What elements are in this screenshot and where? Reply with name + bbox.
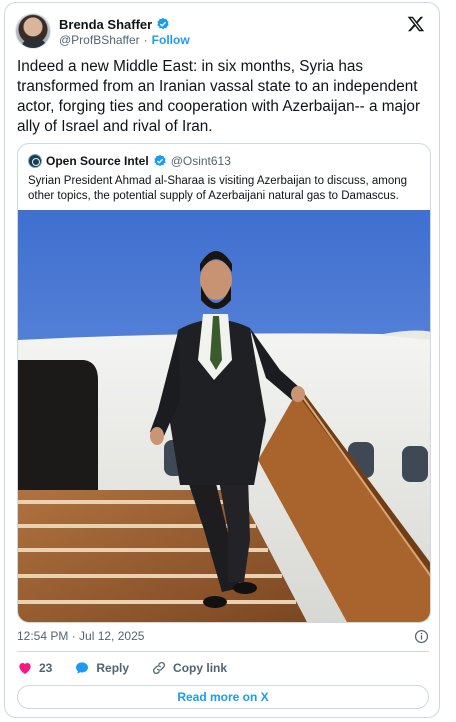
reply-label: Reply [96,661,130,675]
verified-badge-icon [154,154,166,167]
copy-link-label: Copy link [173,661,228,675]
author-display-name[interactable]: Brenda Shaffer [59,17,152,32]
handle-separator: · [143,33,148,47]
copy-link-button[interactable]: Copy link [151,660,227,676]
quoted-tweet-photo[interactable] [18,210,431,623]
like-count: 23 [39,661,53,675]
tweet-header: Brenda Shaffer @ProfBShaffer · Follow [15,13,429,53]
author-handle-row: @ProfBShaffer · Follow [59,33,190,47]
embedded-tweet-card: Brenda Shaffer @ProfBShaffer · Follow In… [4,2,440,718]
quoted-author-handle: @Osint613 [170,154,231,168]
quoted-author-name: Open Source Intel [46,154,149,168]
reply-bubble-icon [76,662,89,674]
reply-button[interactable]: Reply [74,660,129,676]
follow-button[interactable]: Follow [152,33,190,47]
link-icon [153,661,166,675]
author-avatar[interactable] [15,13,51,49]
quoted-tweet-text: Syrian President Ahmad al-Sharaa is visi… [28,175,408,202]
tweet-text: Indeed a new Middle East: in six months,… [17,58,421,135]
quoted-tweet-header: Open Source Intel @Osint613 [28,153,231,169]
quoted-author-avatar [28,154,42,168]
quoted-tweet[interactable]: Open Source Intel @Osint613 Syrian Presi… [17,143,431,623]
author-handle[interactable]: @ProfBShaffer [59,33,140,47]
x-logo-icon[interactable] [407,15,425,33]
tweet-timestamp[interactable]: 12:54 PM · Jul 12, 2025 [17,629,144,643]
tweet-timestamp-row: 12:54 PM · Jul 12, 2025 [17,629,429,645]
divider [17,651,429,652]
tweet-actions: 23 Reply Copy link [17,659,249,677]
author-name-row: Brenda Shaffer [59,15,170,33]
like-button[interactable]: 23 [17,660,52,676]
read-more-button[interactable]: Read more on X [17,685,429,709]
heart-icon [19,663,31,674]
info-icon[interactable] [414,629,429,644]
verified-badge-icon [157,17,169,30]
